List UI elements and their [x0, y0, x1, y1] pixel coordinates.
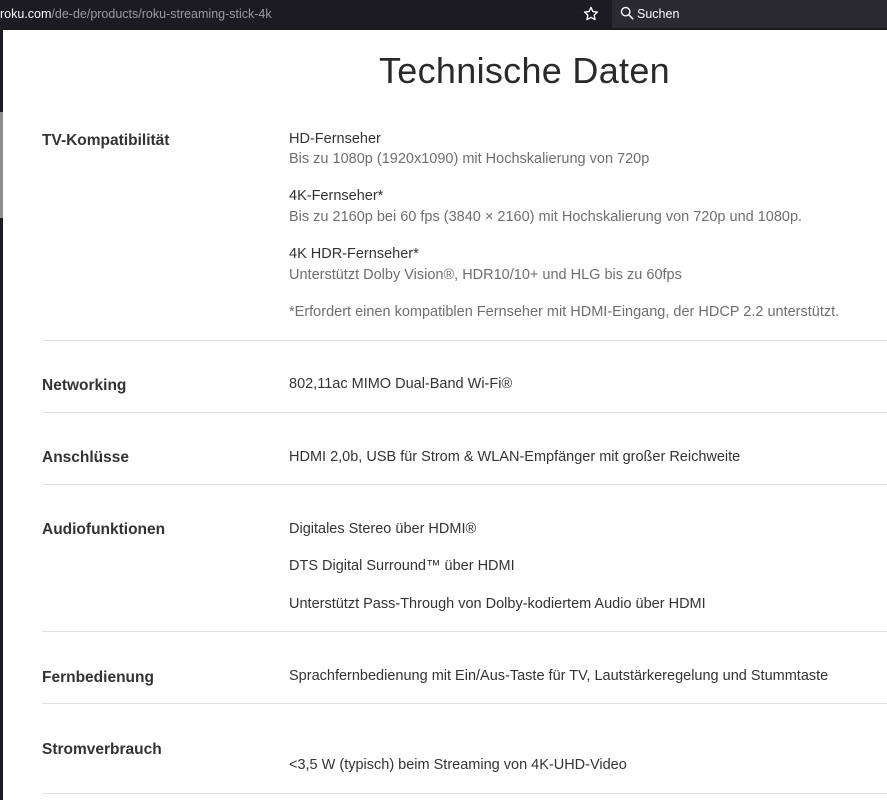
spec-value-power: <3,5 W (typisch) beim Streaming von 4K-U…	[289, 757, 627, 773]
spec-4k-hdr-title: 4K HDR-Fernseher*	[289, 246, 419, 262]
spec-audio-line: Digitales Stereo über HDMI®	[289, 521, 477, 537]
spec-row-ports: Anschlüsse HDMI 2,0b, USB für Strom & WL…	[42, 449, 887, 479]
spec-value-ports: HDMI 2,0b, USB für Strom & WLAN-Empfänge…	[289, 449, 741, 465]
spec-4k-hdr-description: Unterstützt Dolby Vision®, HDR10/10+ und…	[289, 267, 682, 283]
divider	[42, 484, 887, 485]
spec-row-power: Stromverbrauch <3,5 W (typisch) beim Str…	[42, 740, 887, 790]
spec-label-audio: Audiofunktionen	[42, 521, 166, 538]
spec-row-remote: Fernbedienung Sprachfernbedienung mit Ei…	[42, 668, 887, 698]
spec-audio-line: DTS Digital Surround™ über HDMI	[289, 558, 515, 574]
search-input[interactable]: Suchen	[612, 0, 887, 28]
spec-label-ports: Anschlüsse	[42, 449, 130, 466]
page-content: Technische Daten TV-Kompatibilität HD-Fe…	[3, 30, 887, 800]
address-bar[interactable]: roku.com/de-de/products/roku-streaming-s…	[0, 7, 272, 21]
divider	[42, 703, 887, 704]
page-title: Technische Daten	[379, 50, 670, 91]
spec-audio-line: Unterstützt Pass-Through von Dolby-kodie…	[289, 596, 706, 612]
divider	[42, 631, 887, 632]
spec-4k-title: 4K-Fernseher*	[289, 188, 384, 204]
url-host: roku.com	[0, 7, 52, 21]
spec-row-audio: Audiofunktionen Digitales Stereo über HD…	[42, 521, 887, 621]
spec-label-remote: Fernbedienung	[42, 669, 154, 686]
url-path: /de-de/products/roku-streaming-stick-4k	[51, 7, 272, 21]
spec-4k-description: Bis zu 2160p bei 60 fps (3840 × 2160) mi…	[289, 209, 803, 225]
spec-row-networking: Networking 802,11ac MIMO Dual-Band Wi-Fi…	[42, 376, 887, 406]
spec-value-networking: 802,11ac MIMO Dual-Band Wi-Fi®	[289, 376, 513, 392]
divider	[42, 412, 887, 413]
spec-label-networking: Networking	[42, 377, 127, 394]
spec-label-power: Stromverbrauch	[42, 741, 162, 758]
divider	[42, 340, 887, 341]
spec-value-remote: Sprachfernbedienung mit Ein/Aus-Taste fü…	[289, 668, 829, 684]
spec-label-tv-compatibility: TV-Kompatibilität	[42, 132, 170, 149]
search-icon	[620, 6, 634, 20]
bookmark-star-icon[interactable]	[582, 5, 600, 23]
divider	[42, 793, 887, 794]
spec-hd-title: HD-Fernseher	[289, 131, 381, 147]
spec-hdcp-note: *Erfordert einen kompatiblen Fernseher m…	[289, 304, 840, 320]
search-placeholder: Suchen	[637, 7, 680, 21]
spec-hd-description: Bis zu 1080p (1920x1090) mit Hochskalier…	[289, 151, 650, 167]
browser-toolbar: roku.com/de-de/products/roku-streaming-s…	[0, 0, 887, 30]
spec-row-tv-compatibility: TV-Kompatibilität HD-Fernseher Bis zu 10…	[42, 130, 887, 340]
